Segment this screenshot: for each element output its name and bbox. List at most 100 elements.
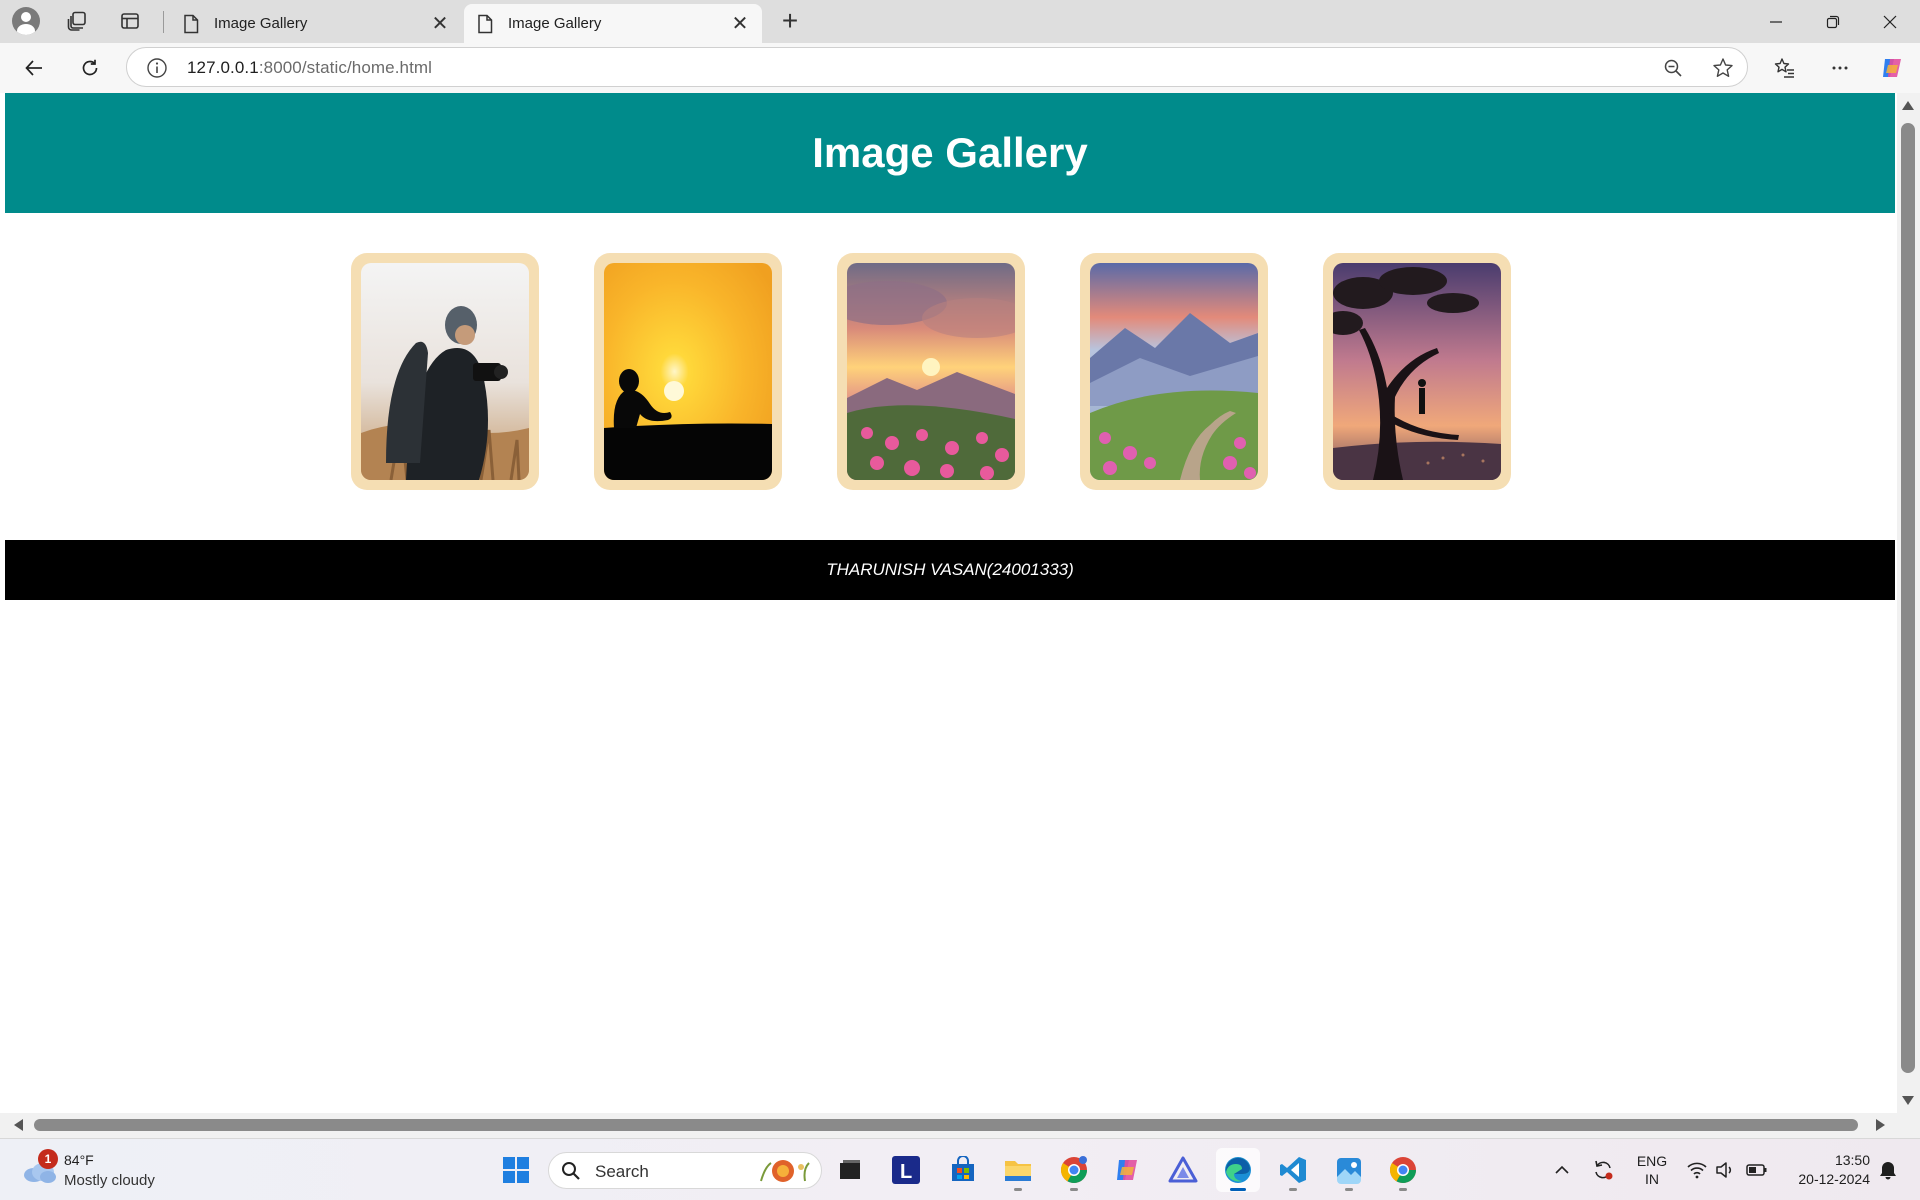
clock[interactable]: 13:50 20-12-2024 xyxy=(1780,1139,1870,1200)
page-icon xyxy=(184,14,199,33)
chrome-icon xyxy=(1389,1157,1417,1184)
start-button[interactable] xyxy=(494,1148,538,1192)
running-indicator xyxy=(1014,1188,1022,1191)
gallery-card[interactable] xyxy=(837,253,1025,490)
scroll-down-icon[interactable] xyxy=(1902,1096,1914,1105)
settings-more-button[interactable] xyxy=(1820,50,1860,86)
running-indicator xyxy=(1289,1188,1297,1191)
edge-app[interactable] xyxy=(1216,1148,1260,1192)
copilot-button[interactable] xyxy=(1872,50,1912,86)
battery-icon xyxy=(1746,1164,1767,1176)
notification-badge: 1 xyxy=(38,1149,58,1169)
horizontal-scrollbar[interactable] xyxy=(0,1113,1920,1138)
photographer-image[interactable] xyxy=(361,263,529,480)
mountain-sunset-image[interactable] xyxy=(847,263,1015,480)
page-title: Image Gallery xyxy=(812,129,1088,176)
network-button[interactable] xyxy=(1684,1139,1710,1200)
scroll-right-icon[interactable] xyxy=(1876,1119,1885,1131)
gallery-card[interactable] xyxy=(594,253,782,490)
vertical-scrollbar[interactable] xyxy=(1897,93,1920,1113)
close-window-button[interactable] xyxy=(1862,0,1918,43)
taskbar-search[interactable]: Search xyxy=(548,1152,822,1189)
profile-button[interactable] xyxy=(6,5,46,37)
favorites-button[interactable] xyxy=(1765,50,1805,86)
new-tab-button[interactable]: + xyxy=(770,5,810,37)
gallery-card[interactable] xyxy=(1323,253,1511,490)
tab-image-gallery-2[interactable]: Image Gallery ✕ xyxy=(464,4,762,43)
weather-condition: Mostly cloudy xyxy=(64,1172,155,1189)
bell-icon xyxy=(1880,1162,1896,1180)
photos-icon xyxy=(1337,1158,1361,1184)
copilot-icon xyxy=(1883,59,1901,77)
info-icon[interactable] xyxy=(145,56,169,80)
page-header: Image Gallery xyxy=(5,93,1895,213)
battery-button[interactable] xyxy=(1742,1139,1772,1200)
volume-button[interactable] xyxy=(1712,1139,1738,1200)
lens-app[interactable]: L xyxy=(884,1148,928,1192)
more-icon xyxy=(1832,66,1848,70)
running-indicator xyxy=(1345,1188,1353,1191)
star-icon xyxy=(1713,58,1733,77)
search-placeholder: Search xyxy=(595,1162,649,1181)
sync-icon xyxy=(1595,1160,1613,1180)
vertical-scroll-thumb[interactable] xyxy=(1901,123,1915,1073)
gallery-card[interactable] xyxy=(351,253,539,490)
svg-text:L: L xyxy=(900,1161,912,1183)
scroll-up-icon[interactable] xyxy=(1902,101,1914,110)
speaker-icon xyxy=(1716,1162,1732,1178)
sunset-silhouette-image[interactable] xyxy=(604,263,772,480)
close-tab-icon[interactable]: ✕ xyxy=(728,12,752,36)
running-indicator xyxy=(1230,1188,1246,1191)
running-indicator xyxy=(1399,1188,1407,1191)
back-button[interactable] xyxy=(14,50,54,86)
browser-toolbar: 127.0.0.1:8000/static/home.html xyxy=(0,43,1920,93)
running-indicator xyxy=(1070,1188,1078,1191)
tree-silhouette-image[interactable] xyxy=(1333,263,1501,480)
language-indicator[interactable]: ENG IN xyxy=(1630,1139,1674,1200)
reload-icon xyxy=(82,59,98,76)
task-view-app[interactable] xyxy=(828,1148,872,1192)
vertical-tabs-icon xyxy=(121,13,139,29)
reload-button[interactable] xyxy=(70,50,110,86)
vscode-app[interactable] xyxy=(1271,1148,1315,1192)
sync-tray-button[interactable] xyxy=(1588,1139,1618,1200)
zoom-button[interactable] xyxy=(1657,52,1689,84)
wifi-icon xyxy=(1687,1162,1707,1179)
url-host: 127.0.0.1 xyxy=(187,58,259,77)
close-icon xyxy=(1883,15,1897,28)
plus-icon: + xyxy=(781,5,799,36)
windows-logo-icon xyxy=(503,1157,529,1183)
footer-text: THARUNISH VASAN(24001333) xyxy=(826,560,1074,579)
add-favorite-button[interactable] xyxy=(1707,52,1739,84)
weather-widget[interactable]: 1 84°F Mostly cloudy xyxy=(20,1149,220,1193)
url-text[interactable]: 127.0.0.1:8000/static/home.html xyxy=(187,58,432,78)
horizontal-scroll-thumb[interactable] xyxy=(34,1119,1858,1131)
lang-code: ENG xyxy=(1636,1153,1668,1169)
affinity-app[interactable] xyxy=(1161,1148,1205,1192)
tab-actions-button[interactable] xyxy=(110,5,150,37)
address-bar[interactable]: 127.0.0.1:8000/static/home.html xyxy=(126,47,1748,87)
page-viewport: Image Gallery THARUNISH VASAN(24001333) xyxy=(0,93,1920,1138)
chrome-app[interactable] xyxy=(1381,1148,1425,1192)
task-view-icon xyxy=(840,1160,860,1179)
clock-time: 13:50 xyxy=(1834,1152,1870,1168)
file-explorer-app[interactable] xyxy=(996,1148,1040,1192)
store-app[interactable] xyxy=(941,1148,985,1192)
workspaces-button[interactable] xyxy=(57,5,97,37)
chevron-up-icon xyxy=(1555,1165,1569,1174)
restore-button[interactable] xyxy=(1805,0,1861,43)
scroll-left-icon[interactable] xyxy=(14,1119,23,1131)
mountain-path-image[interactable] xyxy=(1090,263,1258,480)
back-arrow-icon xyxy=(25,60,42,76)
tab-strip: Image Gallery ✕ Image Gallery ✕ + xyxy=(0,0,1920,43)
show-hidden-icons-button[interactable] xyxy=(1548,1139,1576,1200)
gallery-card[interactable] xyxy=(1080,253,1268,490)
minimize-button[interactable] xyxy=(1748,0,1804,43)
chrome-profile-app[interactable] xyxy=(1052,1148,1096,1192)
close-tab-icon[interactable]: ✕ xyxy=(428,12,452,36)
photos-app[interactable] xyxy=(1327,1148,1371,1192)
tab-image-gallery-1[interactable]: Image Gallery ✕ xyxy=(170,4,462,43)
copilot-app[interactable] xyxy=(1106,1148,1150,1192)
search-icon xyxy=(562,1162,580,1180)
notifications-button[interactable] xyxy=(1874,1139,1902,1200)
